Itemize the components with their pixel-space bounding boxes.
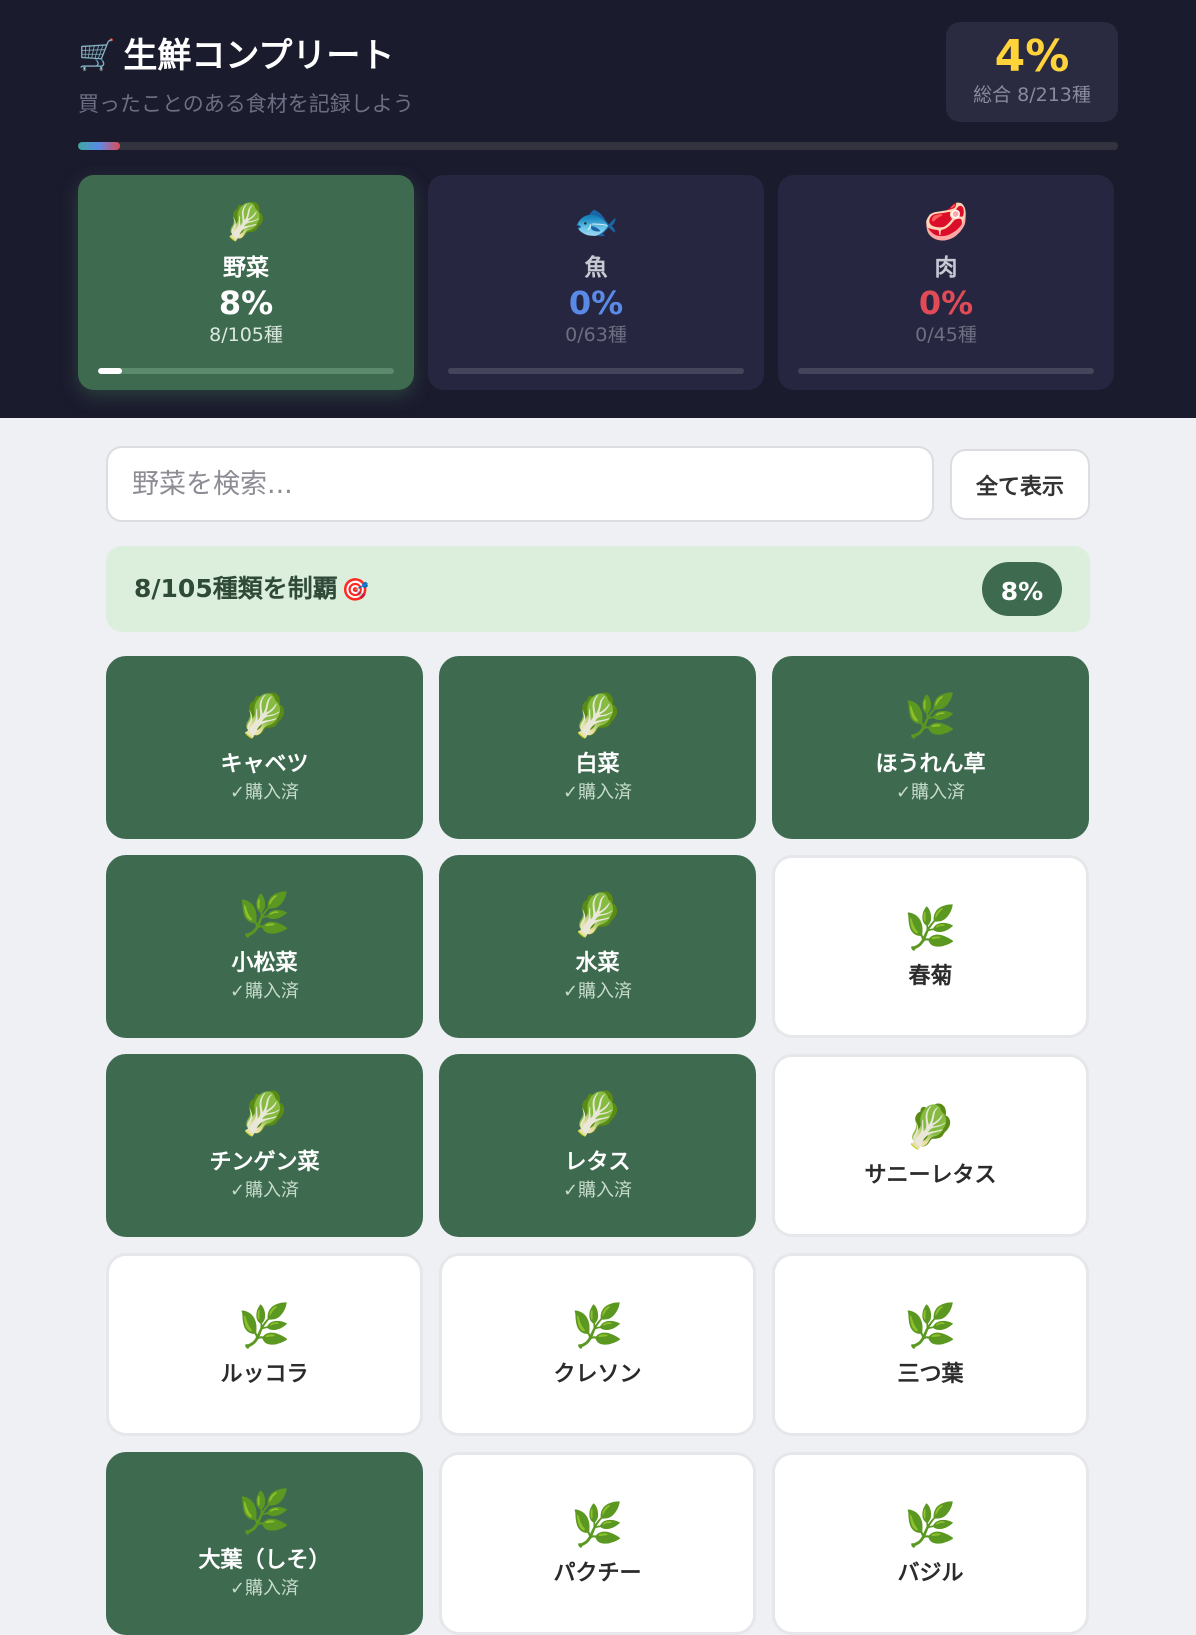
item-card[interactable]: 🥬 白菜 ✓購入済 [439, 656, 756, 839]
total-percent: 4% [994, 31, 1070, 82]
leafy-greens-icon: 🥬 [904, 1101, 957, 1151]
herb-icon: 🌿 [904, 1300, 957, 1350]
item-name: ルッコラ [220, 1361, 309, 1387]
item-grid: 🥬 キャベツ ✓購入済 🥬 白菜 ✓購入済 🌿 ほうれん草 ✓購入済 🌿 小松菜 ✓購入済 🥬 水菜 ✓購入… [106, 656, 1090, 1635]
search-input[interactable] [106, 446, 934, 522]
purchased-status: ✓購入済 [562, 1179, 633, 1201]
banner-text: 8/105種類を制覇 [134, 574, 338, 603]
item-name: 水菜 [575, 950, 620, 976]
item-name: 小松菜 [231, 950, 298, 976]
item-name: 三つ葉 [897, 1361, 964, 1387]
item-name: パクチー [553, 1560, 642, 1586]
item-card[interactable]: 🥬 水菜 ✓購入済 [439, 855, 756, 1038]
item-card[interactable]: 🌿 バジル [772, 1452, 1089, 1635]
category-count: 0/45種 [915, 324, 977, 346]
item-name: 春菊 [908, 963, 953, 989]
item-name: レタス [564, 1149, 631, 1175]
item-card[interactable]: 🌿 大葉（しそ） ✓購入済 [106, 1452, 423, 1635]
herb-icon: 🌿 [571, 1499, 624, 1549]
item-name: キャベツ [220, 751, 309, 777]
progress-badge: 8% [982, 562, 1062, 616]
total-count: 総合 8/213種 [973, 84, 1091, 106]
category-progress-bar [98, 368, 394, 374]
item-name: クレソン [553, 1361, 642, 1387]
category-tab-2[interactable]: 🥩 肉 0% 0/45種 [778, 175, 1114, 390]
item-name: 大葉（しそ） [198, 1547, 331, 1573]
category-name: 魚 [584, 255, 608, 281]
category-percent: 0% [918, 284, 974, 322]
app-title: 生鮮コンプリート [123, 36, 395, 76]
item-card[interactable]: 🌿 ルッコラ [106, 1253, 423, 1436]
purchased-status: ✓購入済 [229, 1179, 300, 1201]
title-row: 🛒 生鮮コンプリート [78, 36, 394, 76]
category-percent: 8% [218, 284, 274, 322]
purchased-status: ✓購入済 [229, 980, 300, 1002]
category-count: 8/105種 [209, 324, 283, 346]
category-name: 野菜 [223, 255, 269, 281]
herb-icon: 🌿 [904, 690, 957, 740]
overall-progress-bar [78, 142, 1118, 150]
leafy-greens-icon: 🥬 [238, 690, 291, 740]
item-name: ほうれん草 [875, 751, 986, 777]
item-card[interactable]: 🥬 チンゲン菜 ✓購入済 [106, 1054, 423, 1237]
item-card[interactable]: 🥬 サニーレタス [772, 1054, 1089, 1237]
banner-text-row: 8/105種類を制覇 🎯 [134, 572, 369, 608]
total-progress-box: 4% 総合 8/213種 [946, 22, 1118, 122]
herb-icon: 🌿 [904, 902, 957, 952]
item-card[interactable]: 🌿 小松菜 ✓購入済 [106, 855, 423, 1038]
item-card[interactable]: 🌿 三つ葉 [772, 1253, 1089, 1436]
item-card[interactable]: 🥬 レタス ✓購入済 [439, 1054, 756, 1237]
category-tab-0[interactable]: 🥬 野菜 8% 8/105種 [78, 175, 414, 390]
category-tab-1[interactable]: 🐟 魚 0% 0/63種 [428, 175, 764, 390]
purchased-status: ✓購入済 [895, 781, 966, 803]
cart-icon: 🛒 [78, 38, 116, 73]
item-name: 白菜 [575, 751, 620, 777]
category-percent: 0% [568, 284, 624, 322]
purchased-status: ✓購入済 [562, 781, 633, 803]
leafy-greens-icon: 🥬 [571, 1088, 624, 1138]
category-name: 肉 [934, 255, 958, 281]
leafy-greens-icon: 🥬 [238, 1088, 291, 1138]
leafy-greens-icon: 🥬 [571, 690, 624, 740]
category-progress-bar [448, 368, 744, 374]
leafy-greens-icon: 🥬 [223, 202, 269, 243]
header: 🛒 生鮮コンプリート 買ったことのある食材を記録しよう 4% 総合 8/213種… [0, 0, 1196, 418]
category-progress-bar [798, 368, 1094, 374]
target-icon: 🎯 [341, 578, 370, 603]
category-progress-fill [98, 368, 122, 374]
progress-banner: 8/105種類を制覇 🎯 8% [106, 546, 1090, 632]
item-card[interactable]: 🌿 ほうれん草 ✓購入済 [772, 656, 1089, 839]
item-name: バジル [897, 1560, 964, 1586]
purchased-status: ✓購入済 [229, 781, 300, 803]
fish-icon: 🐟 [573, 202, 619, 243]
item-card[interactable]: 🥬 キャベツ ✓購入済 [106, 656, 423, 839]
item-card[interactable]: 🌿 パクチー [439, 1452, 756, 1635]
item-name: チンゲン菜 [209, 1149, 320, 1175]
show-all-button[interactable]: 全て表示 [950, 449, 1090, 520]
app-subtitle: 買ったことのある食材を記録しよう [78, 92, 414, 116]
item-card[interactable]: 🌿 クレソン [439, 1253, 756, 1436]
item-name: サニーレタス [864, 1162, 997, 1188]
meat-icon: 🥩 [923, 202, 969, 243]
purchased-status: ✓購入済 [562, 980, 633, 1002]
item-card[interactable]: 🌿 春菊 [772, 855, 1089, 1038]
purchased-status: ✓購入済 [229, 1577, 300, 1599]
herb-icon: 🌿 [238, 1300, 291, 1350]
category-count: 0/63種 [565, 324, 627, 346]
herb-icon: 🌿 [571, 1300, 624, 1350]
herb-icon: 🌿 [904, 1499, 957, 1549]
overall-progress-fill [78, 142, 120, 150]
herb-icon: 🌿 [238, 1486, 291, 1536]
herb-icon: 🌿 [238, 889, 291, 939]
leafy-greens-icon: 🥬 [571, 889, 624, 939]
